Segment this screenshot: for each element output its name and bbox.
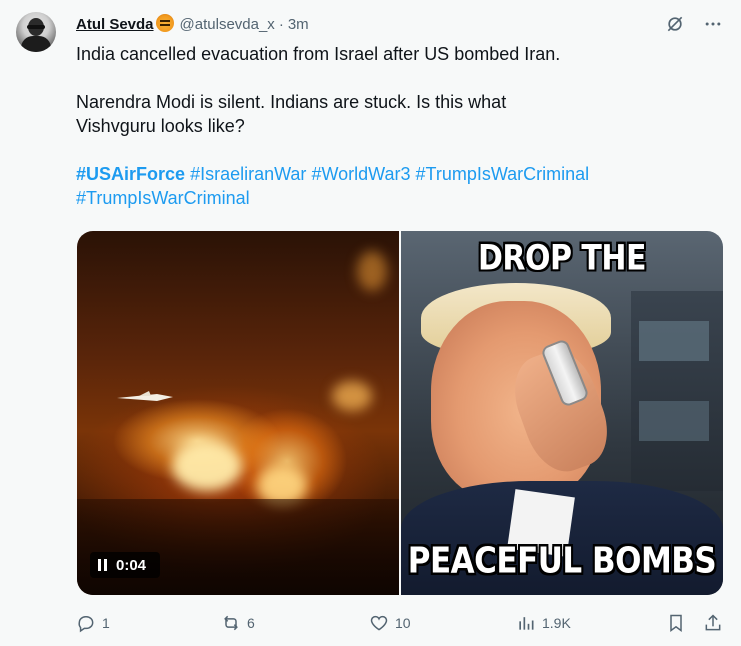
explosion-glow [332,381,372,411]
video-player[interactable]: 0:04 [77,231,399,595]
more-options-icon[interactable] [703,14,723,34]
action-bar: 1 6 10 1.9K [76,609,726,637]
avatar[interactable] [16,12,56,52]
tweet-header: Atul Sevda @atulsevda_x · 3m [76,14,309,34]
hashtag-link[interactable]: #TrumpIsWarCriminal [416,164,590,184]
explosion-glow [172,441,242,491]
pause-icon[interactable] [98,559,108,571]
reply-count: 1 [102,615,110,631]
background-monitors [631,291,723,491]
repost-icon [224,615,238,631]
media-grid: 0:04 DROP THE PEACEFUL BOMBS [77,231,723,595]
share-icon [705,614,721,631]
share-button[interactable] [703,613,723,633]
repost-button[interactable]: 6 [221,613,255,633]
tweet-paragraph-2: Narendra Modi is silent. Indians are stu… [76,90,716,138]
tiger-face-emoji-icon [155,14,174,32]
hashtag-link[interactable]: #USAirForce [76,164,185,184]
video-time-badge[interactable]: 0:04 [90,552,160,578]
tweet-card[interactable]: Atul Sevda @atulsevda_x · 3m India cance… [0,0,741,646]
views-button[interactable]: 1.9K [516,613,571,633]
avatar-glasses [27,25,45,29]
meme-image[interactable]: DROP THE PEACEFUL BOMBS [401,231,723,595]
explosion-glow [357,251,387,291]
meme-top-text: DROP THE [477,238,647,279]
reply-icon [78,616,94,633]
video-duration: 0:04 [116,556,147,574]
repost-count: 6 [247,615,255,631]
heart-icon [370,615,388,631]
ground-silhouette [77,499,399,595]
bookmark-icon [670,614,682,632]
hashtag-link[interactable]: #TrumpIsWarCriminal [76,188,250,208]
hashtag-link[interactable]: #IsraeliranWar [190,164,306,184]
separator-dot: · [278,15,284,33]
tweet-paragraph-2-line-2: Vishvguru looks like? [76,116,245,136]
grok-icon[interactable] [665,14,685,34]
top-icons [665,14,723,34]
like-button[interactable]: 10 [369,613,411,633]
hashtags: #USAirForce #IsraeliranWar #WorldWar3 #T… [76,162,716,210]
meme-bottom-text: PEACEFUL BOMBS [407,540,717,582]
display-name[interactable]: Atul Sevda [76,16,154,33]
bookmark-button[interactable] [666,613,686,633]
tweet-text: India cancelled evacuation from Israel a… [76,42,716,210]
tweet-paragraph-1: India cancelled evacuation from Israel a… [76,44,561,64]
views-count: 1.9K [542,615,571,631]
avatar-body [21,36,51,52]
tweet-paragraph-2-line-1: Narendra Modi is silent. Indians are stu… [76,92,507,112]
views-chart-icon [519,617,534,630]
like-count: 10 [395,615,411,631]
hashtag-link[interactable]: #WorldWar3 [311,164,410,184]
reply-button[interactable]: 1 [76,613,110,633]
user-handle[interactable]: @atulsevda_x [180,16,275,33]
aircraft-graphic [117,391,173,401]
timestamp[interactable]: 3m [288,16,309,33]
